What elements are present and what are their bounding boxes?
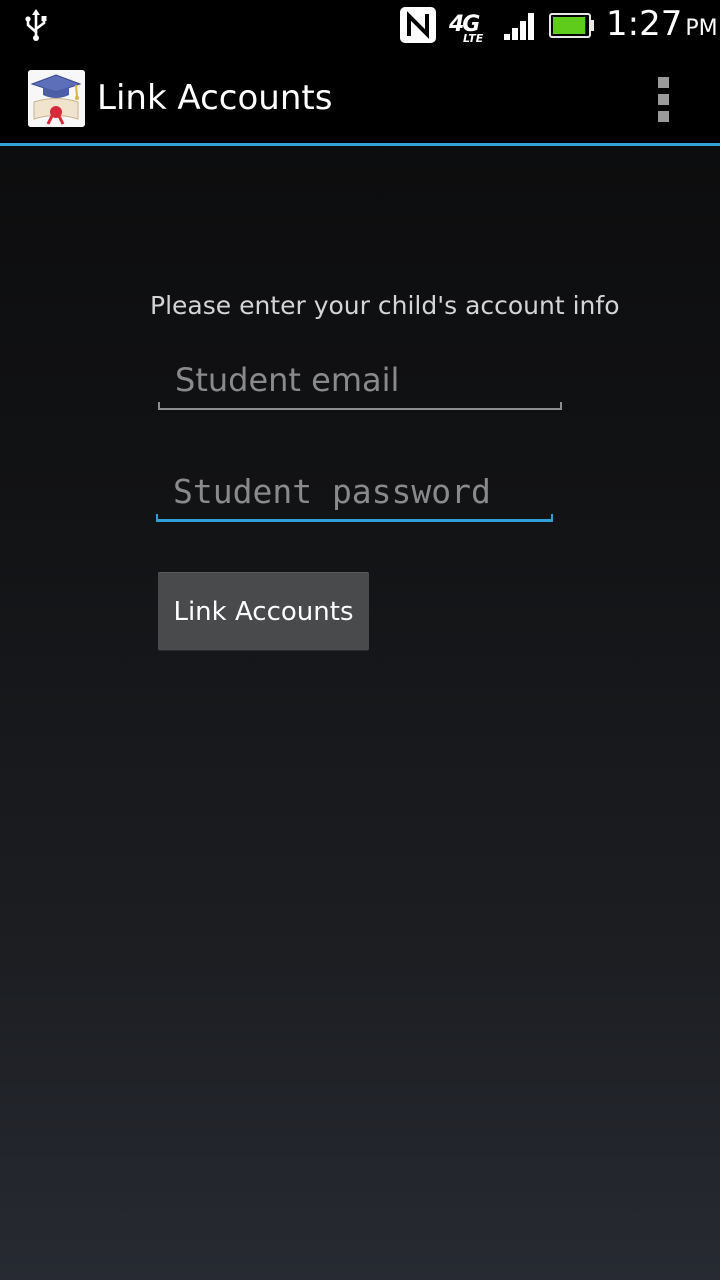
- app-logo-icon[interactable]: [28, 70, 85, 127]
- battery-icon: [549, 13, 594, 38]
- battery-level-fill: [553, 17, 586, 34]
- page-title: Link Accounts: [97, 78, 333, 118]
- action-bar: Link Accounts: [0, 50, 720, 146]
- nfc-icon: [400, 7, 436, 43]
- signal-icon: [504, 13, 534, 40]
- status-bar: 4G LTE 1:27 PM: [0, 0, 720, 50]
- student-password-input[interactable]: [156, 460, 553, 522]
- clock-ampm: PM: [685, 16, 718, 41]
- 4g-lte-icon: 4G LTE: [449, 10, 491, 46]
- student-email-field[interactable]: [158, 350, 562, 410]
- student-email-input[interactable]: [158, 350, 562, 410]
- clock-time: 1:27: [606, 4, 683, 44]
- overflow-menu-icon[interactable]: [648, 74, 680, 124]
- email-field-underline: [158, 402, 562, 410]
- network-sub-label: LTE: [463, 32, 484, 45]
- status-clock: 1:27 PM: [606, 4, 718, 44]
- student-password-field[interactable]: [156, 460, 553, 522]
- screen: 4G LTE 1:27 PM Link Accounts Please ente…: [0, 0, 720, 1280]
- form-prompt: Please enter your child's account info: [150, 291, 620, 320]
- usb-icon: [25, 9, 47, 41]
- password-field-underline: [156, 514, 553, 522]
- link-accounts-button[interactable]: Link Accounts: [158, 572, 369, 651]
